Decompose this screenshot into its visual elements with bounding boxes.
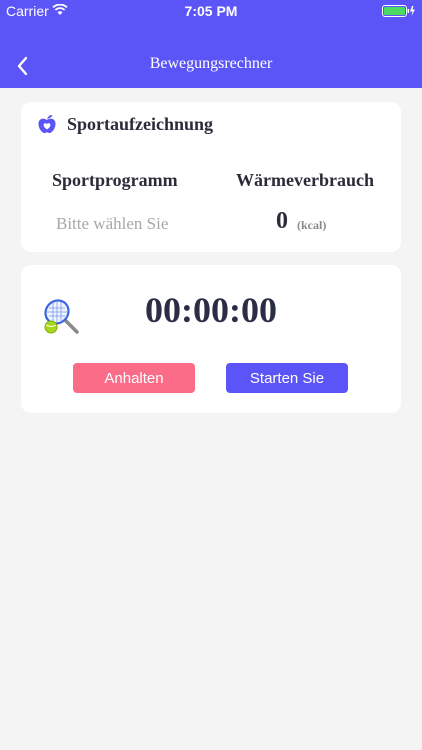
energy-unit: (kcal) bbox=[297, 218, 327, 232]
tennis-racket-icon bbox=[44, 299, 79, 334]
program-column-label: Sportprogramm bbox=[52, 170, 178, 190]
energy-column-label: Wärmeverbrauch bbox=[236, 170, 374, 190]
timer-card: 00:00:00 Anhalten Starten Sie bbox=[21, 265, 401, 413]
apple-heart-icon bbox=[38, 115, 56, 134]
program-select[interactable]: Bitte wählen Sie bbox=[56, 214, 168, 234]
stop-button[interactable]: Anhalten bbox=[73, 363, 195, 393]
header: Carrier 7:05 PM Bewegungsrechner bbox=[0, 0, 422, 88]
battery-icon bbox=[382, 5, 415, 17]
timer-display: 00:00:00 bbox=[145, 290, 277, 330]
nav-bar: Bewegungsrechner bbox=[0, 44, 422, 88]
status-bar: Carrier 7:05 PM bbox=[0, 0, 422, 22]
record-title: Sportaufzeichnung bbox=[67, 114, 214, 134]
sport-record-card: Sportaufzeichnung Sportprogramm Wärmever… bbox=[21, 102, 401, 252]
clock-time: 7:05 PM bbox=[184, 3, 238, 19]
page-title: Bewegungsrechner bbox=[149, 55, 273, 72]
start-button[interactable]: Starten Sie bbox=[226, 363, 348, 393]
energy-value: 0 bbox=[276, 208, 288, 234]
